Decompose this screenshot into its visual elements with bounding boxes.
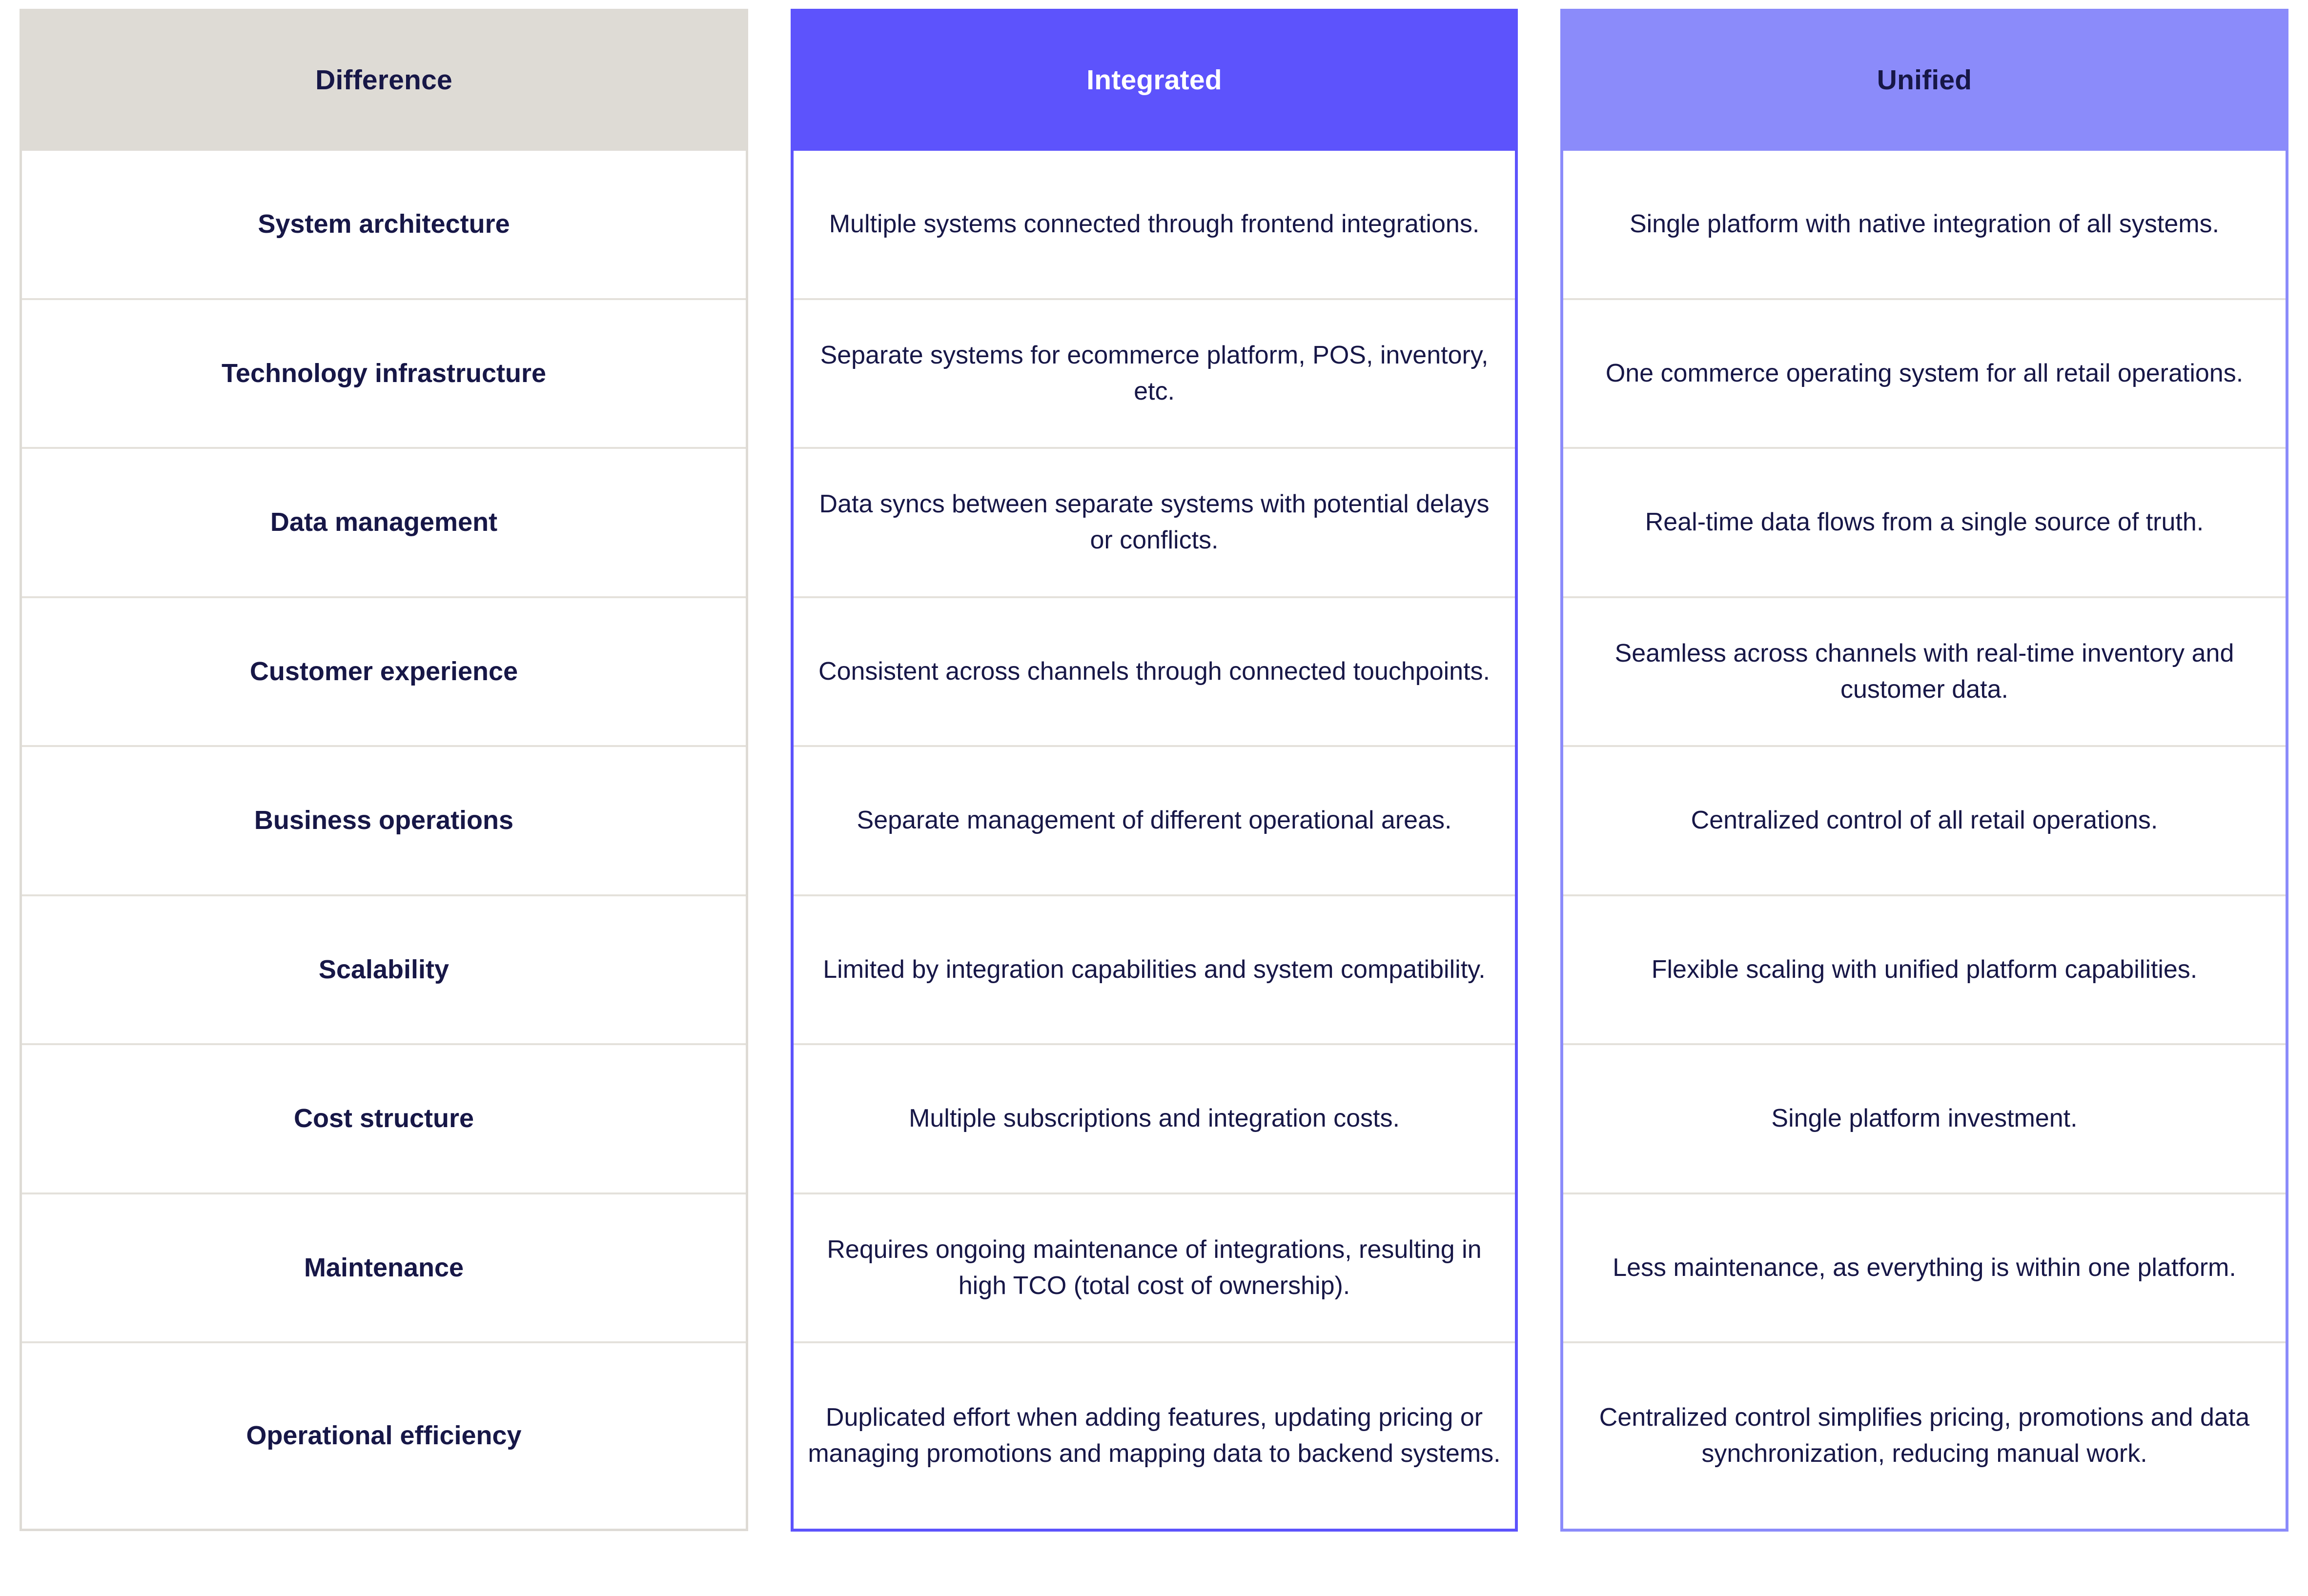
row-value: Separate systems for ecommerce platform,… (820, 341, 1489, 405)
row-value: Consistent across channels through conne… (818, 657, 1490, 686)
row-value: One commerce operating system for all re… (1605, 359, 2244, 387)
row-value: Duplicated effort when adding features, … (808, 1403, 1501, 1468)
table-row: Operational efficiency (22, 1343, 746, 1529)
table-row: System architecture (22, 151, 746, 300)
table-row: Centralized control of all retail operat… (1563, 747, 2286, 896)
row-value: Data syncs between separate systems with… (819, 490, 1490, 554)
table-row: Seamless across channels with real-time … (1563, 598, 2286, 747)
row-label: Business operations (254, 806, 514, 835)
table-row: Consistent across channels through conne… (794, 598, 1515, 747)
table-row: Separate management of different operati… (794, 747, 1515, 896)
row-value: Limited by integration capabilities and … (823, 955, 1486, 984)
table-row: Scalability (22, 896, 746, 1045)
table-row: Flexible scaling with unified platform c… (1563, 896, 2286, 1045)
table-row: One commerce operating system for all re… (1563, 300, 2286, 449)
row-value: Requires ongoing maintenance of integrat… (827, 1235, 1482, 1300)
table-row: Multiple systems connected through front… (794, 151, 1515, 300)
row-value: Centralized control simplifies pricing, … (1599, 1403, 2250, 1468)
row-value: Multiple systems connected through front… (829, 210, 1480, 239)
table-row: Maintenance (22, 1194, 746, 1343)
row-value: Centralized control of all retail operat… (1691, 806, 2158, 835)
table-row: Single platform investment. (1563, 1045, 2286, 1194)
column-body-integrated: Multiple systems connected through front… (791, 151, 1518, 1532)
column-header-integrated: Integrated (791, 9, 1518, 151)
row-label: Technology infrastructure (221, 358, 547, 388)
column-header-unified: Unified (1560, 9, 2288, 151)
table-row: Requires ongoing maintenance of integrat… (794, 1194, 1515, 1343)
row-label: Maintenance (304, 1253, 464, 1282)
table-row: Business operations (22, 747, 746, 896)
table-row: Duplicated effort when adding features, … (794, 1343, 1515, 1529)
table-row: Cost structure (22, 1045, 746, 1194)
table-row: Separate systems for ecommerce platform,… (794, 300, 1515, 449)
row-value: Multiple subscriptions and integration c… (909, 1104, 1400, 1133)
column-header-difference: Difference (20, 9, 748, 151)
table-row: Real-time data flows from a single sourc… (1563, 449, 2286, 598)
row-value: Flexible scaling with unified platform c… (1651, 955, 2198, 984)
column-body-difference: System architecture Technology infrastru… (20, 151, 748, 1531)
table-row: Technology infrastructure (22, 300, 746, 449)
row-value: Seamless across channels with real-time … (1614, 639, 2234, 704)
row-value: Single platform with native integration … (1629, 210, 2220, 239)
row-value: Separate management of different operati… (857, 806, 1452, 835)
column-unified: Unified Single platform with native inte… (1560, 9, 2288, 1532)
row-value: Real-time data flows from a single sourc… (1645, 508, 2204, 537)
comparison-table: Difference System architecture Technolog… (0, 0, 2308, 1596)
table-row: Customer experience (22, 598, 746, 747)
table-row: Data management (22, 449, 746, 598)
table-row: Limited by integration capabilities and … (794, 896, 1515, 1045)
column-difference: Difference System architecture Technolog… (20, 9, 748, 1531)
row-value: Less maintenance, as everything is withi… (1613, 1253, 2236, 1282)
table-row: Multiple subscriptions and integration c… (794, 1045, 1515, 1194)
row-value: Single platform investment. (1771, 1104, 2078, 1133)
row-label: Operational efficiency (246, 1421, 522, 1451)
row-label: Customer experience (249, 656, 518, 686)
column-integrated: Integrated Multiple systems connected th… (791, 9, 1518, 1532)
column-body-unified: Single platform with native integration … (1560, 151, 2288, 1532)
table-row: Less maintenance, as everything is withi… (1563, 1194, 2286, 1343)
row-label: Data management (270, 507, 498, 537)
row-label: Cost structure (293, 1104, 474, 1133)
row-label: Scalability (318, 954, 449, 984)
row-label: System architecture (258, 209, 510, 239)
table-row: Data syncs between separate systems with… (794, 449, 1515, 598)
table-row: Single platform with native integration … (1563, 151, 2286, 300)
table-row: Centralized control simplifies pricing, … (1563, 1343, 2286, 1529)
